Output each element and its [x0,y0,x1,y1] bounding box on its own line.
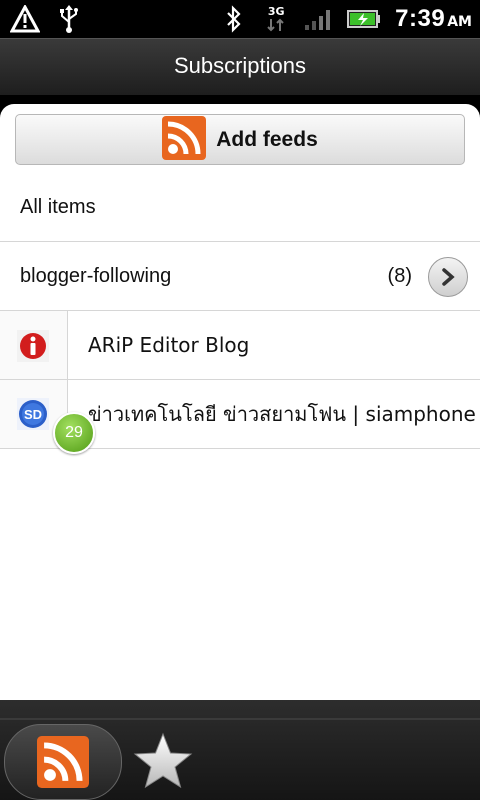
rss-icon [37,736,89,788]
chevron-right-icon[interactable] [428,257,468,297]
feed-title: ARiP Editor Blog [88,333,250,357]
add-feeds-button[interactable]: Add feeds [15,114,465,165]
unread-count-badge: 29 [53,412,95,454]
add-feeds-label: Add feeds [216,127,318,151]
folder-row-blogger-following[interactable]: blogger-following (8) [0,242,480,311]
folder-label: blogger-following [20,265,172,287]
feed-icon-cell [0,311,68,379]
svg-text:SD: SD [24,407,42,422]
battery-icon [347,4,381,34]
title-bar: Subscriptions [0,38,480,96]
bottom-tab-bar [0,700,480,800]
status-bar: 3G 7:39 AM [0,0,480,38]
all-items-label: All items [20,196,96,218]
clock: 7:39 AM [395,5,472,33]
page-title: Subscriptions [173,53,307,78]
siamphone-logo-icon: SD [17,398,49,430]
feed-row[interactable]: ARiP Editor Blog [0,311,480,380]
clock-time: 7:39 [395,5,446,32]
signal-icon [303,4,333,34]
star-icon [133,732,193,789]
usb-icon [54,4,84,34]
warning-icon [10,4,40,34]
arip-logo-icon [17,330,49,362]
bluetooth-icon [219,4,249,34]
clock-ampm: AM [447,14,472,30]
network-3g-icon: 3G [263,4,289,34]
subscriptions-panel: Add feeds All items blogger-following (8… [0,104,480,700]
tab-starred[interactable] [132,730,194,792]
folder-count: (8) [387,265,412,287]
divider [0,718,480,720]
list-item-all-items[interactable]: All items [0,173,480,242]
rss-icon [162,115,207,164]
feed-title: ข่าวเทคโนโลยี ข่าวสยามโฟน | siamphone [88,402,476,426]
tab-subscriptions[interactable] [4,724,122,800]
